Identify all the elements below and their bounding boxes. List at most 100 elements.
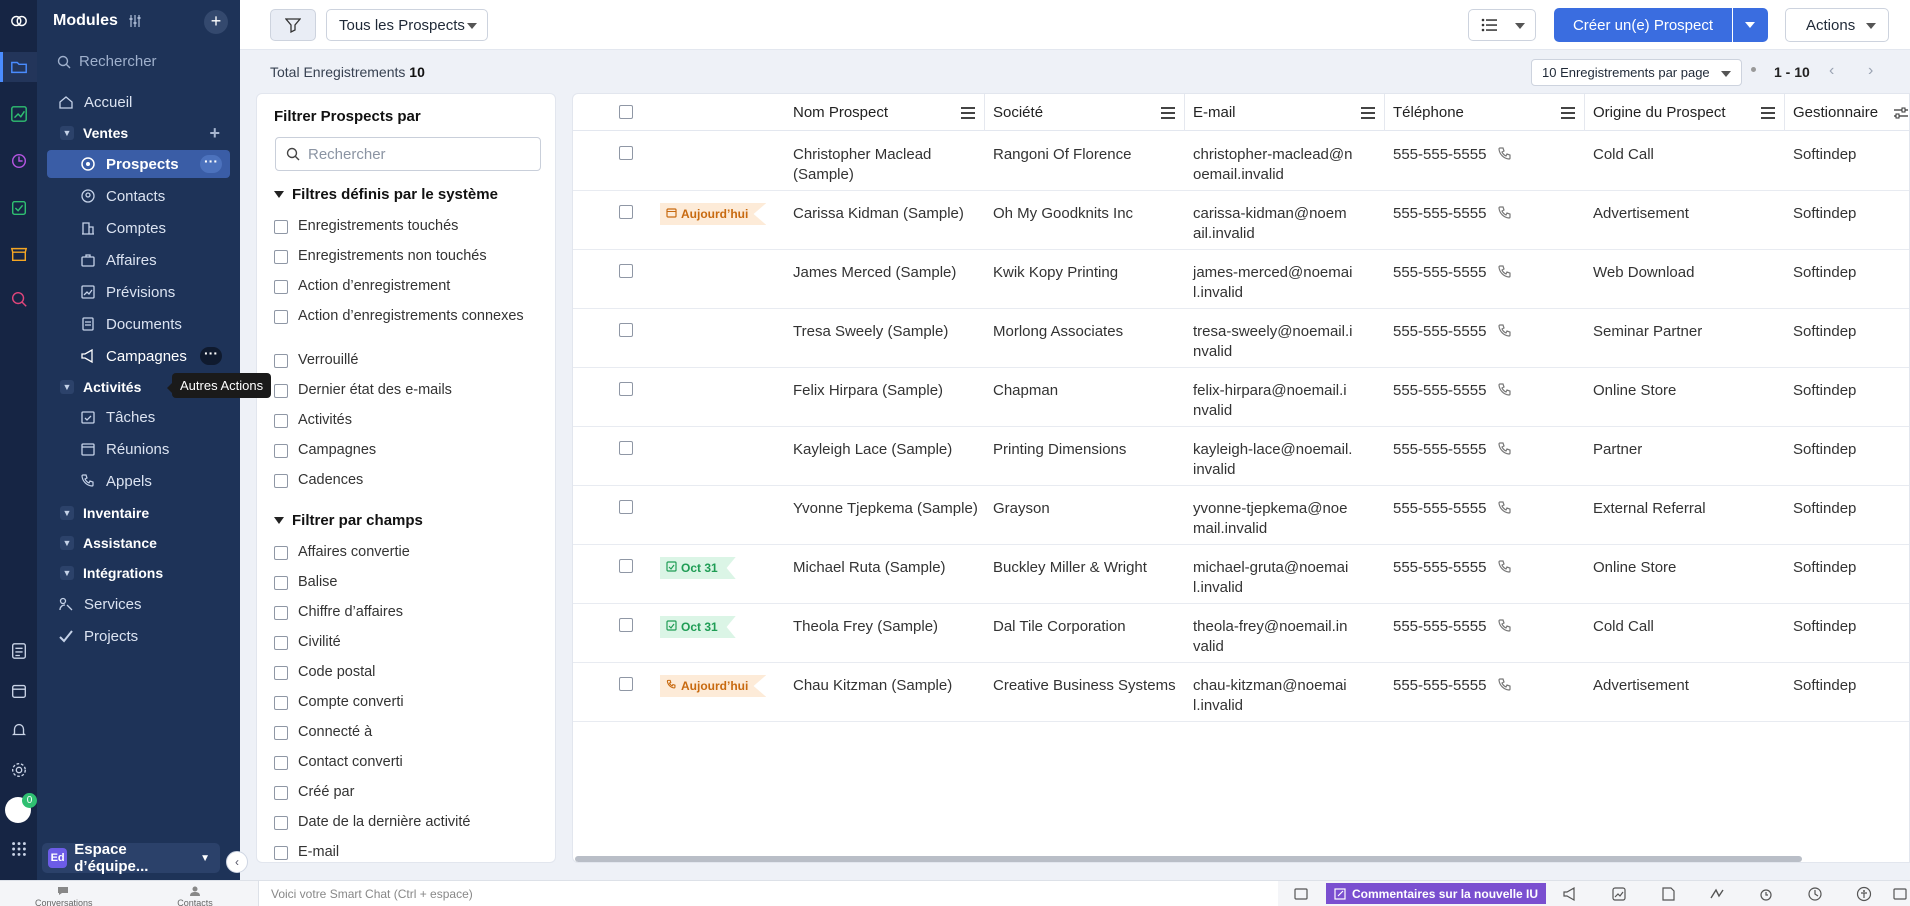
table-row[interactable]: Yvonne Tjepkema (Sample) Grayson yvonne-tj… (573, 486, 1909, 545)
bell-icon[interactable] (8, 719, 29, 740)
table-row[interactable]: Kayleigh Lace (Sample) Printing Dimension… (573, 427, 1909, 486)
timer-icon[interactable] (8, 150, 29, 171)
sidebar-item-taches[interactable]: Tâches (47, 403, 230, 431)
filter-checkbox[interactable] (274, 636, 288, 650)
sliders-icon[interactable] (128, 14, 142, 28)
add-module-button[interactable]: + (204, 10, 228, 34)
analytics-icon[interactable] (1611, 886, 1627, 902)
filter-checkbox[interactable] (274, 444, 288, 458)
apps-grid-icon[interactable] (8, 838, 29, 859)
row-checkbox[interactable] (619, 382, 633, 396)
filter-search-input[interactable]: Rechercher (275, 137, 541, 171)
actions-button[interactable]: Actions (1785, 8, 1889, 42)
conversations-tab[interactable]: Conversations (35, 886, 93, 906)
cell-email[interactable]: chau-kitzman@noemail.invalid (1193, 676, 1353, 716)
cell-email[interactable]: tresa-sweely@noemail.invalid (1193, 322, 1353, 362)
row-checkbox[interactable] (619, 205, 633, 219)
cell-email[interactable]: felix-hirpara@noemail.invalid (1193, 381, 1353, 421)
sidebar-group-integrations[interactable]: ▼ Intégrations (47, 559, 230, 587)
select-all-checkbox[interactable] (619, 105, 633, 119)
folder-icon[interactable] (8, 56, 29, 77)
activity-tag[interactable]: Aujourd’hui (660, 203, 767, 225)
column-menu-icon[interactable] (1161, 107, 1175, 122)
call-icon[interactable] (1497, 618, 1513, 638)
row-checkbox[interactable] (619, 146, 633, 160)
row-checkbox[interactable] (619, 677, 633, 691)
call-icon[interactable] (1497, 500, 1513, 520)
table-row[interactable]: Aujourd’hui Chau Kitzman (Sample) Creative… (573, 663, 1909, 722)
filter-checkbox[interactable] (274, 250, 288, 264)
row-checkbox[interactable] (619, 264, 633, 278)
sidebar-item-comptes[interactable]: Comptes (47, 214, 230, 242)
call-icon[interactable] (1497, 146, 1513, 166)
calendar-icon[interactable] (8, 680, 29, 701)
system-filter-option[interactable]: Enregistrements touchés (274, 218, 544, 234)
field-filter-option[interactable]: Code postal (274, 664, 544, 680)
system-filter-option[interactable]: Cadences (274, 472, 544, 488)
accessibility-icon[interactable] (1856, 886, 1872, 902)
sidebar-item-affaires[interactable]: Affaires (47, 246, 230, 274)
filter-checkbox[interactable] (274, 546, 288, 560)
filter-checkbox[interactable] (274, 220, 288, 234)
cell-name[interactable]: Kayleigh Lace (Sample) (793, 440, 978, 460)
filter-checkbox[interactable] (274, 474, 288, 488)
cell-email[interactable]: yvonne-tjepkema@noemail.invalid (1193, 499, 1353, 539)
sidebar-item-documents[interactable]: Documents (47, 310, 230, 338)
row-checkbox[interactable] (619, 441, 633, 455)
cell-name[interactable]: James Merced (Sample) (793, 263, 978, 283)
collapse-sidebar-button[interactable]: ‹ (226, 851, 248, 873)
filter-toggle-button[interactable] (270, 9, 316, 41)
cell-name[interactable]: Yvonne Tjepkema (Sample) (793, 499, 978, 519)
filter-checkbox[interactable] (274, 354, 288, 368)
cell-name[interactable]: Carissa Kidman (Sample) (793, 204, 978, 224)
filter-checkbox[interactable] (274, 576, 288, 590)
column-header-email[interactable]: E-mail (1185, 94, 1385, 131)
row-checkbox[interactable] (619, 500, 633, 514)
sidebar-group-assistance[interactable]: ▼ Assistance (47, 529, 230, 557)
call-icon[interactable] (1497, 323, 1513, 343)
cell-name[interactable]: Christopher Maclead (Sample) (793, 145, 978, 185)
search-analytics-icon[interactable] (8, 288, 29, 309)
field-filter-option[interactable]: Connecté à (274, 724, 544, 740)
table-row[interactable]: Tresa Sweely (Sample) Morlong Associates t… (573, 309, 1909, 368)
cell-email[interactable]: michael-gruta@noemail.invalid (1193, 558, 1353, 598)
sidebar-item-campagnes[interactable]: Campagnes ··· (47, 342, 230, 370)
system-filters-section[interactable]: Filtres définis par le système (274, 186, 498, 203)
form-icon[interactable] (8, 640, 29, 661)
sidebar-group-inventaire[interactable]: ▼ Inventaire (47, 499, 230, 527)
table-row[interactable]: Felix Hirpara (Sample) Chapman felix-hirpa… (573, 368, 1909, 427)
column-header-telephone[interactable]: Téléphone (1385, 94, 1585, 131)
more-actions-button[interactable]: ··· (200, 346, 222, 365)
history-icon[interactable] (1807, 886, 1823, 902)
sidebar-group-ventes[interactable]: ▼ Ventes + (47, 119, 230, 147)
sidebar-item-previsions[interactable]: Prévisions (47, 278, 230, 306)
row-checkbox[interactable] (619, 323, 633, 337)
cell-email[interactable]: kayleigh-lace@noemail.invalid (1193, 440, 1353, 480)
system-filter-option[interactable]: Enregistrements non touchés (274, 248, 544, 264)
call-icon[interactable] (1497, 382, 1513, 402)
field-filter-option[interactable]: Compte converti (274, 694, 544, 710)
sidebar-item-appels[interactable]: Appels (47, 467, 230, 495)
filter-checkbox[interactable] (274, 414, 288, 428)
sidebar-item-prospects[interactable]: Prospects ··· (47, 150, 230, 178)
megaphone-icon[interactable] (1562, 886, 1578, 902)
table-row[interactable]: Christopher Maclead (Sample) Rangoni Of F… (573, 132, 1909, 191)
field-filter-option[interactable]: Balise (274, 574, 544, 590)
next-page-button[interactable]: › (1868, 62, 1873, 80)
create-prospect-button[interactable]: Créer un(e) Prospect (1554, 8, 1732, 42)
cell-email[interactable]: james-merced@noemail.invalid (1193, 263, 1353, 303)
analytics-icon[interactable] (8, 103, 29, 124)
zia-icon[interactable] (1709, 886, 1725, 902)
avatar[interactable]: 0 (5, 793, 37, 823)
system-filter-option[interactable]: Activités (274, 412, 544, 428)
column-header-gestionnaire[interactable]: Gestionnaire (1785, 94, 1909, 131)
column-header-origine[interactable]: Origine du Prospect (1585, 94, 1785, 131)
more-actions-button[interactable]: ··· (200, 154, 222, 173)
field-filters-section[interactable]: Filtrer par champs (274, 512, 423, 529)
row-checkbox[interactable] (619, 618, 633, 632)
table-row[interactable]: Oct 31 Michael Ruta (Sample) Buckley Mille… (573, 545, 1909, 604)
row-checkbox[interactable] (619, 559, 633, 573)
more-icon[interactable] (1892, 886, 1908, 902)
link-icon[interactable] (1293, 886, 1309, 902)
column-menu-icon[interactable] (1561, 107, 1575, 122)
